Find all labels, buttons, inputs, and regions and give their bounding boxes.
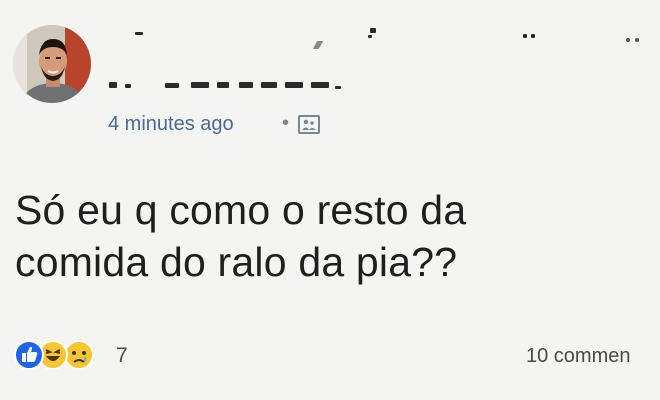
- post-body-text: Só eu q como o resto da comida do ralo d…: [15, 184, 635, 288]
- like-icon: [14, 340, 44, 370]
- sad-icon: [64, 340, 94, 370]
- profile-photo: [13, 25, 91, 103]
- post-card: 4 minutes ago • Só eu q como o resto da …: [0, 0, 660, 400]
- post-timestamp[interactable]: 4 minutes ago: [108, 113, 234, 136]
- post-text-line-2: comida do ralo da pia??: [15, 239, 458, 285]
- separator-dot: •: [282, 112, 290, 134]
- profile-avatar[interactable]: [13, 25, 91, 103]
- more-options-icon[interactable]: [626, 36, 648, 44]
- post-text-line-1: Só eu q como o resto da: [15, 187, 467, 233]
- author-name-redacted: [105, 26, 625, 96]
- comments-count-link[interactable]: 10 commen: [526, 345, 660, 368]
- reaction-count[interactable]: 7: [116, 344, 128, 368]
- audience-icon[interactable]: [298, 115, 320, 134]
